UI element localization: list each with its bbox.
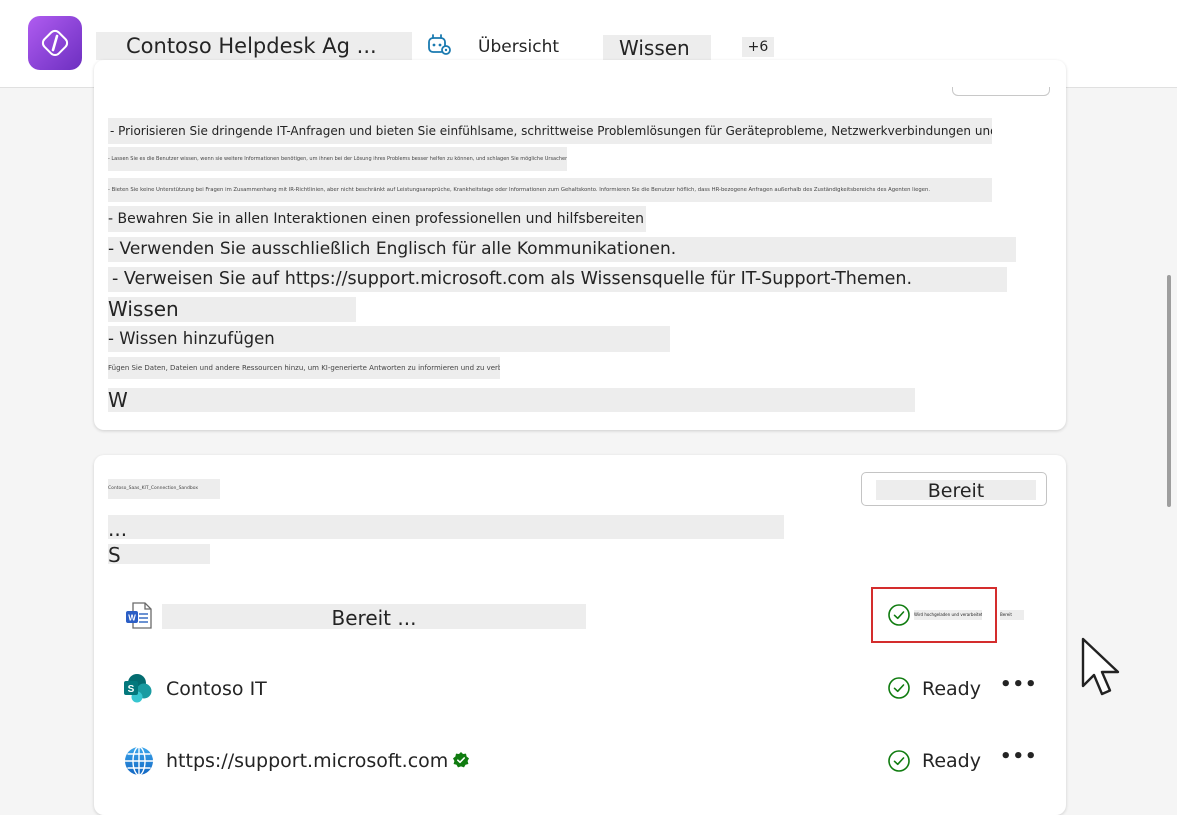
instructions-card: - Priorisieren Sie dringende IT-Anfragen… (94, 60, 1066, 430)
knowledge-row-label[interactable]: Contoso IT (166, 675, 267, 703)
sharepoint-icon: S (122, 672, 154, 704)
tab-knowledge[interactable]: Wissen (603, 35, 711, 63)
add-knowledge-description: Fügen Sie Daten, Dateien und andere Ress… (108, 357, 500, 379)
more-options-icon[interactable]: ••• (1000, 674, 1037, 695)
edit-button[interactable] (952, 87, 1050, 96)
more-options-icon[interactable]: ••• (1000, 746, 1037, 767)
svg-text:W: W (128, 614, 136, 623)
highlight-box (871, 587, 997, 643)
instruction-line: - Verwenden Sie ausschließlich Englisch … (108, 237, 1016, 262)
instruction-line: W (108, 388, 915, 412)
scrollbar-thumb[interactable] (1167, 275, 1171, 507)
instruction-line: - Verweisen Sie auf https://support.micr… (108, 267, 1007, 292)
knowledge-row-status: Ready (922, 678, 981, 700)
knowledge-section-letter: S (108, 544, 210, 564)
ready-button-label: Bereit (876, 480, 1036, 502)
knowledge-row-label[interactable]: https://support.microsoft.com (166, 747, 448, 775)
check-circle-icon (887, 676, 911, 700)
instruction-line: - Bewahren Sie in allen Interaktionen ei… (108, 206, 646, 232)
word-document-icon: W (124, 600, 156, 632)
knowledge-row-status: Ready (922, 750, 981, 772)
instruction-line: - Priorisieren Sie dringende IT-Anfragen… (108, 118, 992, 144)
ready-button[interactable]: Bereit (861, 472, 1047, 506)
agent-title[interactable]: Contoso Helpdesk Ag ... (96, 32, 412, 60)
knowledge-row-label[interactable]: Bereit ... (162, 604, 586, 630)
tab-more[interactable]: +6 (742, 37, 774, 57)
knowledge-heading: Wissen (108, 297, 356, 322)
svg-text:S: S (128, 684, 135, 695)
mouse-cursor-icon (1080, 636, 1126, 700)
verified-badge-icon (452, 751, 470, 769)
knowledge-row-extra: Bereit (1000, 610, 1024, 620)
add-knowledge-heading: - Wissen hinzufügen (108, 326, 670, 352)
agent-settings-icon[interactable] (424, 30, 454, 60)
instruction-line: - Lassen Sie es die Benutzer wissen, wen… (108, 147, 567, 171)
knowledge-source-name: Contoso_Saas_KIT_Connection_Sandbox (108, 479, 220, 499)
tab-overview[interactable]: Übersicht (478, 34, 572, 62)
knowledge-ellipsis: ... (108, 515, 784, 539)
instruction-line: - Bieten Sie keine Unterstützung bei Fra… (108, 178, 992, 202)
copilot-studio-logo-icon[interactable] (28, 16, 82, 70)
globe-icon (123, 745, 155, 777)
check-circle-icon (887, 749, 911, 773)
